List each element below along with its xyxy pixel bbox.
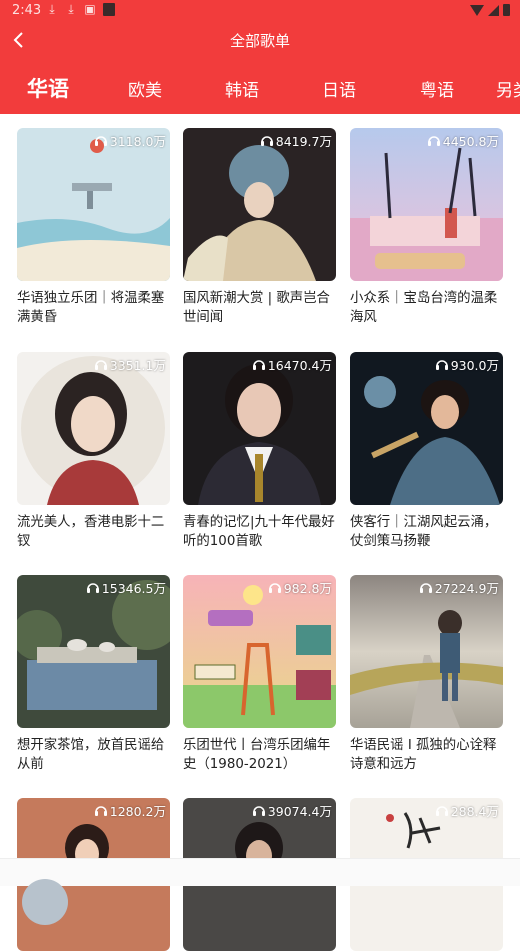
page-title: 全部歌单 (229, 32, 290, 50)
playlist-cover[interactable]: 16470.4万 (183, 352, 336, 505)
cover-image (183, 128, 336, 281)
mini-player[interactable] (0, 858, 520, 925)
play-count: 4450.8万 (427, 131, 499, 150)
play-count: 288.4万 (435, 801, 499, 820)
play-count: 16470.4万 (252, 355, 332, 374)
play-count: 930.0万 (435, 355, 499, 374)
tab-cantonese[interactable]: 粤语 (420, 76, 454, 101)
playlist-title: 侠客行｜江湖风起云涌，仗剑策马扬鞭 (350, 515, 498, 549)
playlist-card[interactable]: 4450.8万 小众系｜宝岛台湾的温柔海风 (350, 128, 503, 327)
signal-icon (488, 4, 499, 16)
play-count-text: 39074.4万 (267, 804, 332, 819)
playlist-title: 华语独立乐团｜将温柔塞满黄昏 (17, 291, 165, 325)
download-icon: ⤓ (68, 2, 74, 16)
play-count: 1280.2万 (94, 801, 166, 820)
headphones-icon (435, 806, 448, 816)
play-count-text: 288.4万 (450, 804, 499, 819)
play-count: 39074.4万 (252, 801, 332, 820)
playlist-title: 乐团世代丨台湾乐团编年史（1980-2021） (183, 738, 331, 772)
headphones-icon (435, 360, 448, 370)
headphones-icon (419, 583, 432, 593)
play-count-text: 1280.2万 (109, 804, 166, 819)
playlist-cover[interactable]: 3351.1万 (17, 352, 170, 505)
play-count-text: 27224.9万 (434, 581, 499, 596)
playlist-title: 想开家茶馆，放首民谣给从前 (17, 738, 165, 772)
play-count-text: 930.0万 (450, 358, 499, 373)
play-count-text: 3118.0万 (109, 134, 166, 149)
headphones-icon (427, 136, 440, 146)
tab-chinese[interactable]: 华语 (27, 73, 69, 103)
cover-image (17, 352, 170, 505)
tab-korean[interactable]: 韩语 (225, 76, 259, 101)
playlist-card[interactable]: 15346.5万 想开家茶馆，放首民谣给从前 (17, 575, 170, 774)
headphones-icon (252, 360, 265, 370)
play-count: 982.8万 (268, 578, 332, 597)
headphones-icon (94, 136, 107, 146)
playlist-cover[interactable]: 15346.5万 (17, 575, 170, 728)
playlist-card[interactable]: 930.0万 侠客行｜江湖风起云涌，仗剑策马扬鞭 (350, 352, 503, 551)
app-header: 全部歌单 (0, 22, 520, 72)
headphones-icon (94, 806, 107, 816)
cover-image (183, 352, 336, 505)
playlist-title: 青春的记忆|九十年代最好听的100首歌 (183, 515, 335, 549)
notification-icon: ▣ (84, 2, 96, 16)
play-count-text: 982.8万 (283, 581, 332, 596)
cover-image (183, 575, 336, 728)
play-count: 3351.1万 (94, 355, 166, 374)
headphones-icon (268, 583, 281, 593)
cover-image (350, 352, 503, 505)
status-bar: 2:43 ⤓ ⤓ ▣ (0, 0, 520, 22)
playlist-cover[interactable]: 982.8万 (183, 575, 336, 728)
cover-image (350, 575, 503, 728)
play-count: 8419.7万 (260, 131, 332, 150)
playlist-cover[interactable]: 930.0万 (350, 352, 503, 505)
playlist-cover[interactable]: 8419.7万 (183, 128, 336, 281)
battery-icon (503, 4, 510, 16)
tab-japanese[interactable]: 日语 (322, 76, 356, 101)
wifi-icon (470, 4, 484, 16)
playlist-title: 华语民谣 I 孤独的心诠释诗意和远方 (350, 738, 497, 772)
play-count-text: 16470.4万 (267, 358, 332, 373)
playlist-title: 小众系｜宝岛台湾的温柔海风 (350, 291, 498, 325)
tab-alternative[interactable]: 另类 (496, 76, 520, 101)
headphones-icon (252, 806, 265, 816)
play-count: 15346.5万 (86, 578, 166, 597)
play-count-text: 15346.5万 (101, 581, 166, 596)
tab-western[interactable]: 欧美 (128, 76, 162, 101)
playlist-card[interactable]: 3118.0万 华语独立乐团｜将温柔塞满黄昏 (17, 128, 170, 327)
cover-image (17, 575, 170, 728)
play-count-text: 8419.7万 (275, 134, 332, 149)
playlist-card[interactable]: 3351.1万 流光美人，香港电影十二钗 (17, 352, 170, 551)
playlist-cover[interactable]: 27224.9万 (350, 575, 503, 728)
play-count: 3118.0万 (94, 131, 166, 150)
play-count-text: 3351.1万 (109, 358, 166, 373)
playlist-card[interactable]: 8419.7万 国风新潮大赏 | 歌声岂合世间闻 (183, 128, 336, 327)
headphones-icon (86, 583, 99, 593)
app-icon (103, 3, 115, 16)
playlist-card[interactable]: 27224.9万 华语民谣 I 孤独的心诠释诗意和远方 (350, 575, 503, 774)
headphones-icon (94, 360, 107, 370)
cover-image (17, 128, 170, 281)
play-count: 27224.9万 (419, 578, 499, 597)
cover-image (350, 128, 503, 281)
playlist-title: 国风新潮大赏 | 歌声岂合世间闻 (183, 291, 330, 325)
playlist-card[interactable]: 16470.4万 青春的记忆|九十年代最好听的100首歌 (183, 352, 336, 551)
playlist-card[interactable]: 982.8万 乐团世代丨台湾乐团编年史（1980-2021） (183, 575, 336, 774)
headphones-icon (260, 136, 273, 146)
play-count-text: 4450.8万 (442, 134, 499, 149)
category-tabs: 华语 欧美 韩语 日语 粤语 另类 (0, 66, 520, 114)
playlist-cover[interactable]: 3118.0万 (17, 128, 170, 281)
status-time: 2:43 (12, 3, 42, 18)
playlist-cover[interactable]: 4450.8万 (350, 128, 503, 281)
download-icon: ⤓ (49, 2, 55, 16)
playlist-title: 流光美人，香港电影十二钗 (17, 515, 165, 549)
